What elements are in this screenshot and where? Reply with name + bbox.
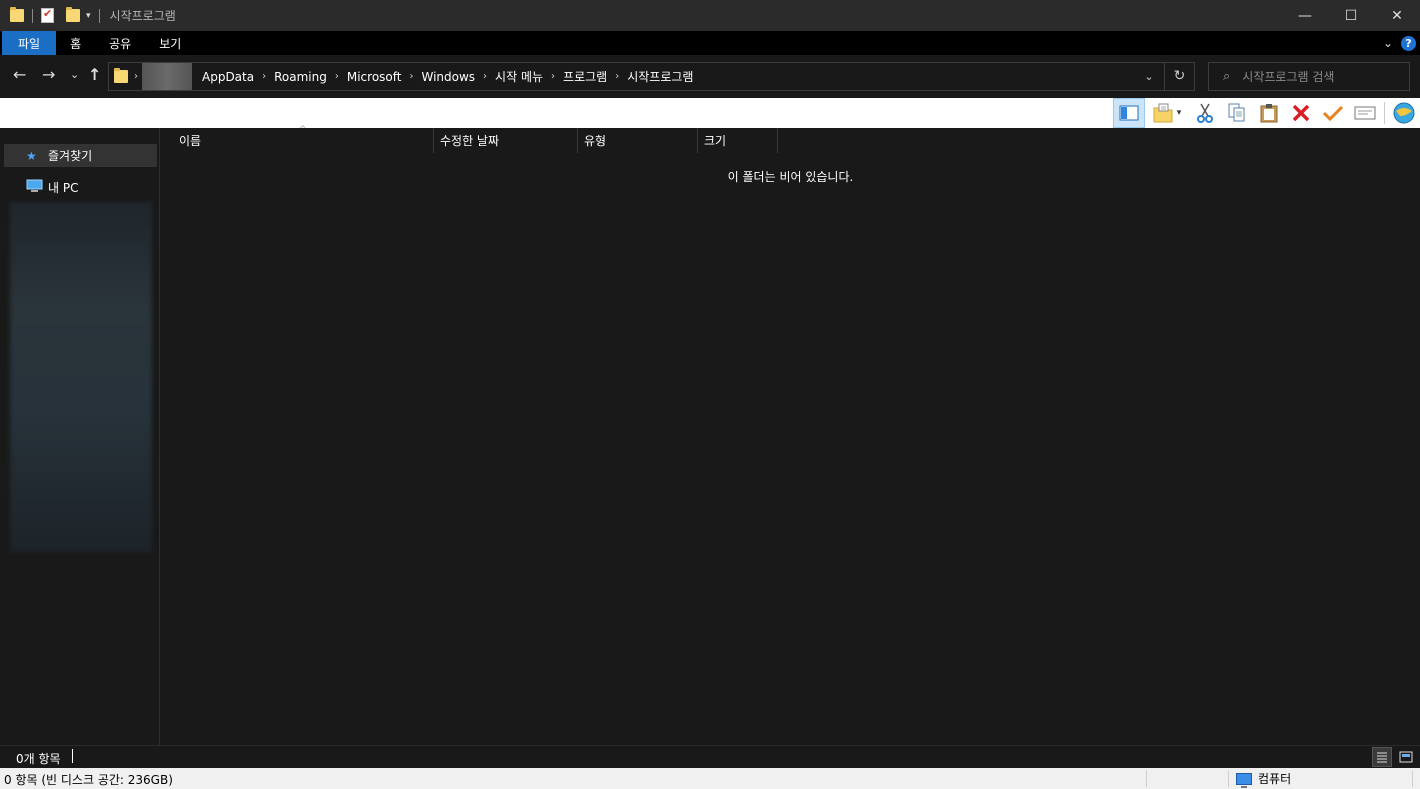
new-folder-icon[interactable] [66,7,80,22]
divider [1228,770,1229,787]
divider [1146,770,1147,787]
folder-icon [10,7,24,22]
back-button[interactable]: ← [13,65,26,84]
star-icon: ★ [26,148,37,163]
nav-item-label: 즐겨찾기 [48,149,93,163]
search-input[interactable]: 시작프로그램 검색 [1242,68,1334,85]
location-label: 컴퓨터 [1258,772,1292,786]
chevron-right-icon[interactable]: › [409,71,413,82]
search-box[interactable]: ⌕ 시작프로그램 검색 [1208,62,1410,91]
breadcrumb-windows[interactable]: Windows [421,70,475,84]
search-icon: ⌕ [1223,69,1231,84]
ribbon-tabs: 파일 홈 공유 보기 ⌄ ? [0,31,1420,55]
chevron-right-icon[interactable]: › [551,71,555,82]
tab-share[interactable]: 공유 [95,31,145,55]
details-view-button[interactable] [1372,747,1392,767]
rename-icon[interactable] [1349,98,1381,128]
location-indicator: 컴퓨터 [1236,770,1292,788]
computer-icon [1236,772,1252,788]
window-controls: — ☐ ✕ [1282,0,1420,31]
quick-access-toolbar: ▾ [0,0,104,31]
tab-view[interactable]: 보기 [145,31,195,55]
expand-ribbon-icon[interactable]: ⌄ [1383,36,1393,50]
empty-folder-message: 이 폴더는 비어 있습니다. [727,170,854,184]
folder-icon [114,68,128,83]
breadcrumb-startup[interactable]: 시작프로그램 [627,68,693,85]
refresh-button[interactable]: ↻ [1164,63,1194,90]
large-icons-view-button[interactable] [1396,747,1416,767]
title-bar: ▾ 시작프로그램 — ☐ ✕ [0,0,1420,31]
column-header-size[interactable]: 크기 [698,128,778,153]
divider [1412,770,1413,787]
delete-icon[interactable] [1285,98,1317,128]
recent-locations-button[interactable]: ⌄ [70,68,79,81]
item-count: 0개 항목 [16,752,61,766]
toolbar-icons: ▾ [1113,98,1420,128]
redacted-user-folder[interactable] [142,63,192,90]
ribbon-right: ⌄ ? [1383,31,1420,55]
pc-icon [26,179,43,196]
new-folder-icon[interactable]: ▾ [1145,98,1189,128]
breadcrumb-roaming[interactable]: Roaming [274,70,327,84]
free-space-text: 0 항목 (빈 디스크 공간: 236GB) [4,773,173,787]
breadcrumb-appdata[interactable]: AppData [202,70,254,84]
nav-item-label: 내 PC [48,181,79,195]
select-icon[interactable] [1317,98,1349,128]
tab-file[interactable]: 파일 [2,31,57,55]
divider [32,8,33,23]
maximize-button[interactable]: ☐ [1328,0,1374,31]
status-bar: 0개 항목 [0,745,1420,768]
address-bar[interactable]: › AppData › Roaming › Microsoft › Window… [108,62,1195,91]
column-header-name[interactable]: 이름 [173,128,434,153]
chevron-right-icon[interactable]: › [483,71,487,82]
forward-button[interactable]: → [42,65,55,84]
globe-icon[interactable] [1388,98,1420,128]
up-button[interactable]: ↑ [88,65,101,84]
address-dropdown-button[interactable]: ⌄ [1134,70,1164,83]
column-header-type[interactable]: 유형 [578,128,698,153]
redacted-nav-tree [10,202,152,552]
chevron-right-icon[interactable]: › [134,71,138,82]
view-toggle [1372,747,1416,767]
address-bar-controls: ⌄ ↻ [1134,63,1194,90]
help-icon[interactable]: ? [1401,35,1416,51]
chevron-right-icon[interactable]: › [262,71,266,82]
column-header-modified[interactable]: 수정한 날짜 [434,128,578,153]
nav-item-favorites[interactable]: ★ 즐겨찾기 [4,144,157,167]
minimize-button[interactable]: — [1282,0,1328,31]
window-title: 시작프로그램 [109,9,176,23]
copy-icon[interactable] [1221,98,1253,128]
cut-icon[interactable] [1189,98,1221,128]
customize-quick-access-icon[interactable]: ▾ [86,11,91,21]
command-toolbar: ▾ [0,98,1420,128]
file-list: ^ 이름 수정한 날짜 유형 크기 이 폴더는 비어 있습니다. [161,125,1420,745]
paste-icon[interactable] [1253,98,1285,128]
breadcrumb-start-menu[interactable]: 시작 메뉴 [495,68,543,85]
chevron-right-icon[interactable]: › [335,71,339,82]
divider [98,8,100,23]
toolbar-divider [1384,102,1385,124]
preview-pane-icon[interactable] [1113,98,1145,128]
chevron-right-icon[interactable]: › [615,71,619,82]
nav-item-this-pc[interactable]: 내 PC [4,176,157,199]
details-bar: 0 항목 (빈 디스크 공간: 236GB) 컴퓨터 [0,768,1420,789]
navigation-pane: ★ 즐겨찾기 내 PC [0,128,160,745]
close-button[interactable]: ✕ [1374,0,1420,31]
breadcrumb-microsoft[interactable]: Microsoft [347,70,402,84]
properties-icon[interactable] [41,7,54,23]
divider [72,749,73,763]
breadcrumb-programs[interactable]: 프로그램 [563,68,607,85]
tab-home[interactable]: 홈 [56,31,95,55]
